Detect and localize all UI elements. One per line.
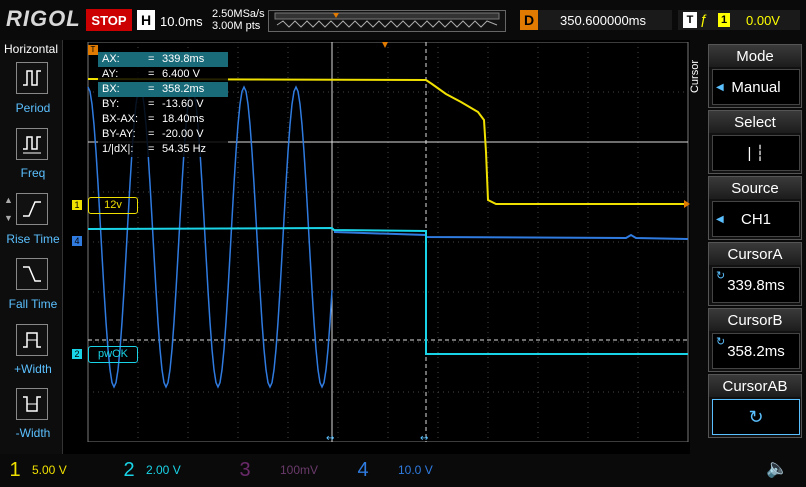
knob-rotate-icon: ↻ (716, 270, 726, 282)
cursor-b-value-box: ↻ 358.2ms (712, 333, 800, 369)
trigger-label: T (683, 12, 697, 28)
ch3-scale: 100mV (280, 463, 319, 477)
cursor-readout-panel: AX: = 339.8ms AY: = 6.400 V BX: = 358.2ms BY: =… (98, 52, 228, 157)
ch3-status[interactable]: 3 100mV (234, 458, 334, 482)
scroll-arrows-icon[interactable]: ▲ ▼ (4, 196, 13, 223)
cursor-a-header: CursorA (709, 243, 801, 265)
knob-rotate-icon: ↻ (748, 406, 764, 427)
sample-rate: 2.50MSa/s (212, 8, 265, 20)
readout-dx: BX-AX: = 18.40ms (102, 113, 205, 125)
readout-freq: 1/|dX|: = 54.35 Hz (102, 143, 207, 155)
ch2-label-tag: pwOK (88, 346, 138, 363)
readout-by: BY: = -13.60 V (102, 98, 204, 110)
waveform-overview-bar[interactable] (268, 10, 506, 32)
period-icon (23, 70, 41, 86)
run-stop-indicator[interactable]: STOP (86, 9, 132, 31)
source-value-box: ◀ CH1 (712, 201, 800, 237)
readout-ay: AY: = 6.400 V (102, 68, 200, 80)
source-softkey[interactable]: Source ◀ CH1 (708, 176, 802, 240)
measure-category-title: Horizontal (4, 42, 59, 56)
ch3-number: 3 (239, 458, 251, 481)
ch2-status[interactable]: 2 2.00 V (118, 458, 218, 482)
ch2-number: 2 (123, 458, 135, 481)
freq-measure-button[interactable] (16, 128, 48, 160)
readout-dy: BY-AY: = -20.00 V (102, 128, 204, 140)
fall-time-icon (23, 266, 41, 282)
period-measure-button[interactable] (16, 62, 48, 94)
cursor-ab-softkey[interactable]: CursorAB ↻ (708, 374, 802, 438)
trigger-level: 0.00V (746, 13, 780, 28)
sampling-info: 2.50MSa/s 3.00M pts (212, 8, 265, 32)
fall-time-label: Fall Time (8, 297, 58, 311)
select-softkey[interactable]: Select | ┆ (708, 110, 802, 174)
frequency-icon (23, 136, 41, 154)
ch4-scale: 10.0 V (398, 463, 433, 477)
ch4-status[interactable]: 4 10.0 V (352, 458, 452, 482)
readout-ax: AX: = 339.8ms (98, 52, 228, 67)
readout-bx: BX: = 358.2ms (98, 82, 228, 97)
delay-label: D (520, 10, 538, 30)
speaker-mute-icon[interactable]: 🔈 (766, 458, 788, 479)
cursor-a-value-box: ↻ 339.8ms (712, 267, 800, 303)
negative-width-icon (23, 396, 41, 412)
cursor-a-handle-icon[interactable]: ↔ (326, 433, 334, 442)
ch2-offset-marker[interactable]: 2 (72, 349, 82, 359)
knob-rotate-icon: ↻ (716, 336, 726, 348)
fall-time-measure-button[interactable] (16, 258, 48, 290)
negative-width-label: -Width (15, 426, 51, 440)
timebase-label: H (137, 10, 155, 30)
ch4-number: 4 (357, 458, 369, 481)
delay-value: 350.600000ms (560, 13, 647, 28)
source-header: Source (709, 177, 801, 199)
timebase-value[interactable]: 10.0ms (160, 14, 203, 29)
cursor-a-softkey[interactable]: CursorA ↻ 339.8ms (708, 242, 802, 306)
rise-time-label: Rise Time (6, 232, 60, 246)
negative-width-measure-button[interactable] (16, 388, 48, 420)
trigger-source-badge: 1 (718, 13, 730, 27)
cursor-b-header: CursorB (709, 309, 801, 331)
ch1-status[interactable]: 1 5.00 V (4, 458, 104, 482)
left-arrow-icon: ◀ (716, 81, 724, 93)
mode-value-box: ◀ Manual (712, 69, 800, 105)
trigger-marker-icon: T (88, 45, 98, 55)
positive-width-icon (23, 332, 41, 348)
select-header: Select (709, 111, 801, 133)
cursor-ab-value-box: ↻ (712, 399, 800, 435)
rising-edge-icon: ƒ (700, 11, 708, 27)
cursor-b-value: 358.2ms (727, 342, 785, 360)
cursor-a-value: 339.8ms (727, 276, 785, 294)
brand-logo: RIGOL (6, 6, 81, 31)
rise-time-icon (23, 201, 41, 217)
ch2-scale: 2.00 V (146, 463, 181, 477)
period-label: Period (15, 101, 51, 115)
mode-softkey[interactable]: Mode ◀ Manual (708, 44, 802, 108)
ch1-number: 1 (9, 458, 21, 481)
cursor-b-handle-icon[interactable]: ↔ (420, 433, 428, 442)
left-arrow-icon: ◀ (716, 213, 724, 225)
ch1-offset-marker[interactable]: 1 (72, 200, 82, 210)
positive-width-measure-button[interactable] (16, 324, 48, 356)
mode-value: Manual (731, 78, 781, 96)
ch1-scale: 5.00 V (32, 463, 67, 477)
source-value: CH1 (740, 210, 771, 228)
rise-time-measure-button[interactable] (16, 193, 48, 225)
cursor-b-softkey[interactable]: CursorB ↻ 358.2ms (708, 308, 802, 372)
positive-width-label: +Width (14, 362, 52, 376)
memory-depth: 3.00M pts (212, 20, 261, 32)
freq-label: Freq (20, 166, 46, 180)
ch1-label-tag: 12v (88, 197, 138, 214)
select-value: | ┆ (712, 135, 800, 171)
overview-wave (274, 12, 500, 28)
ch4-offset-marker[interactable]: 4 (72, 236, 82, 246)
mode-header: Mode (709, 45, 801, 67)
cursor-ab-header: CursorAB (709, 375, 801, 397)
cursor-menu-title: Cursor (689, 60, 701, 94)
